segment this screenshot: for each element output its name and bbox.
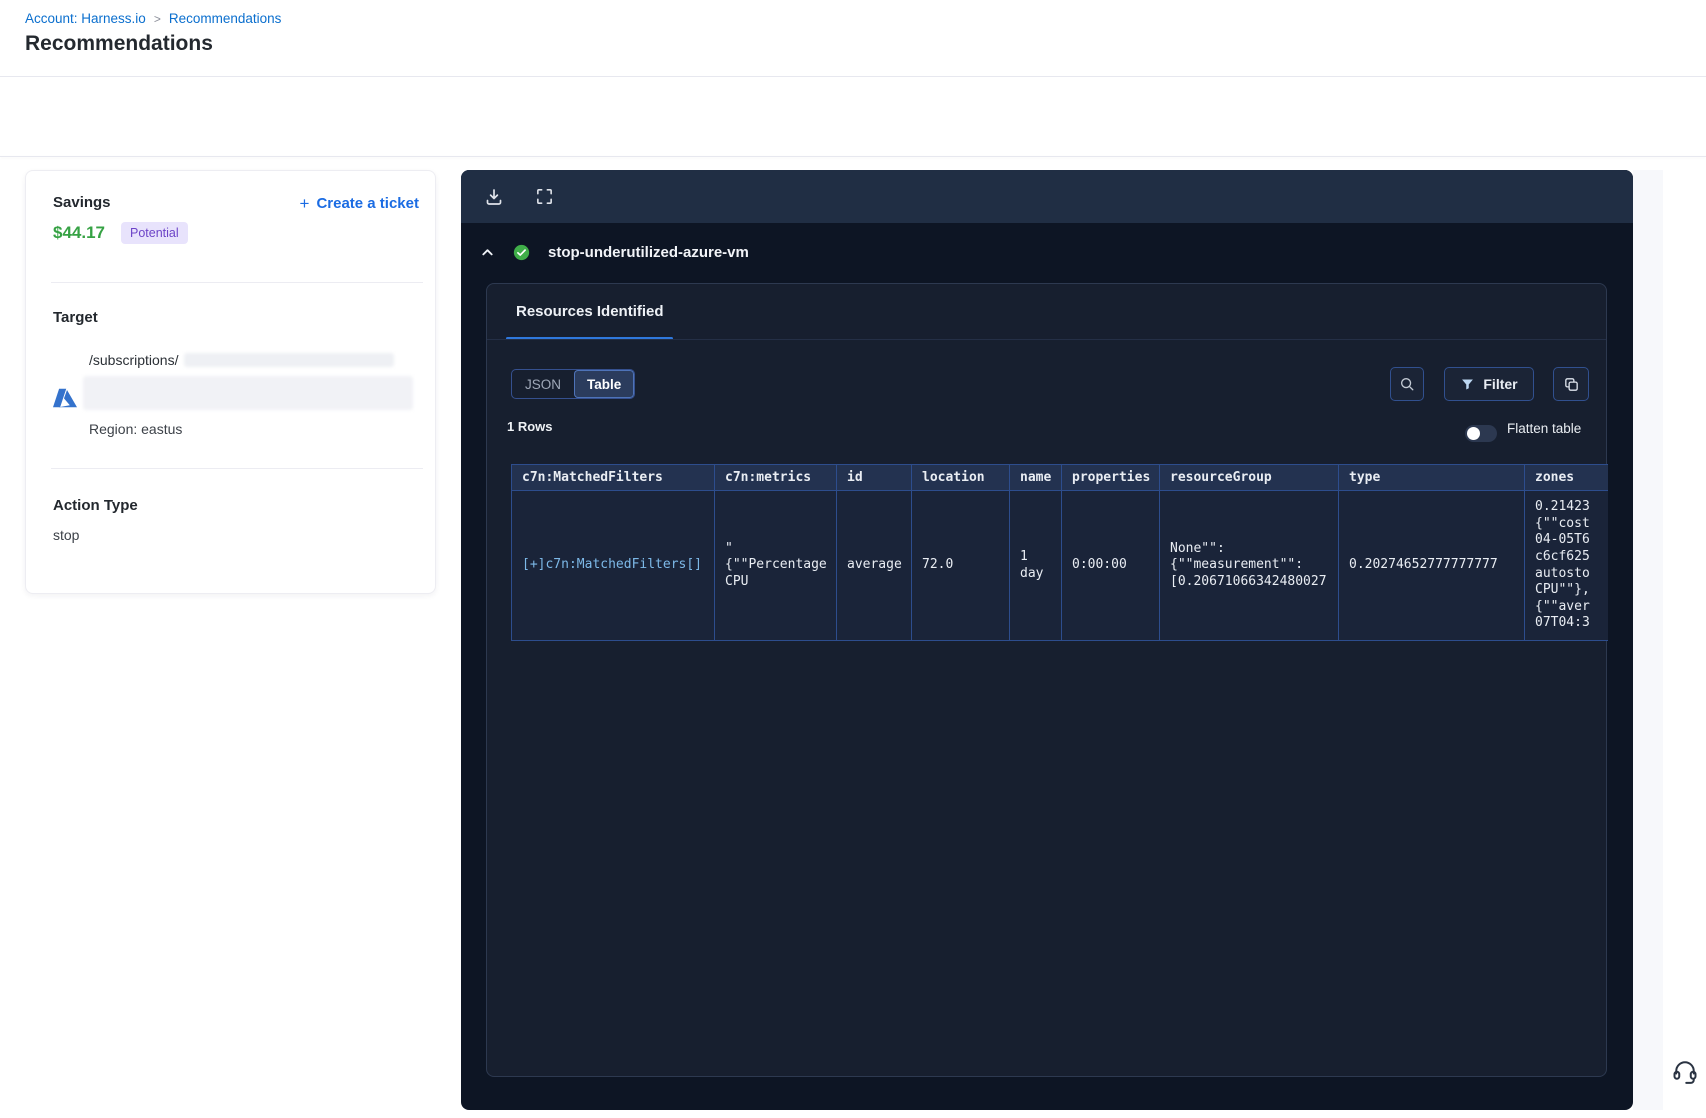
filter-label: Filter	[1483, 376, 1518, 392]
breadcrumb: Account: Harness.io > Recommendations	[25, 11, 281, 26]
column-header: type	[1338, 464, 1525, 491]
cell-resource-group: None"": {""measurement"": [0.20671066342…	[1159, 490, 1339, 641]
column-header: name	[1009, 464, 1062, 491]
view-mode-toggle: JSON Table	[511, 369, 636, 399]
target-region: Region: eastus	[89, 421, 183, 437]
view-mode-json-button[interactable]: JSON	[512, 370, 574, 398]
breadcrumb-recommendations-link[interactable]: Recommendations	[169, 11, 282, 26]
potential-badge: Potential	[121, 222, 188, 244]
success-check-icon	[513, 244, 530, 261]
savings-label: Savings	[53, 194, 111, 211]
cell-zones: 0.21423 {""cost 04-05T6 c6cf625 autosto …	[1524, 490, 1608, 641]
resources-table-wrapper[interactable]: c7n:MatchedFilters c7n:metrics id locati…	[511, 464, 1608, 641]
filter-icon	[1460, 377, 1475, 392]
resources-identified-panel: Resources Identified JSON Table Filter 1…	[486, 283, 1608, 1077]
collapse-button[interactable]	[479, 245, 495, 261]
tab-row-border	[487, 339, 1606, 340]
download-button[interactable]	[483, 186, 505, 208]
column-header: c7n:MatchedFilters	[511, 464, 715, 491]
create-ticket-button[interactable]: + Create a ticket	[300, 195, 420, 212]
table-header-row: c7n:MatchedFilters c7n:metrics id locati…	[511, 464, 1608, 491]
details-card: Savings + Create a ticket $44.17 Potenti…	[25, 170, 436, 594]
cell-name: 1 day	[1009, 490, 1062, 641]
redacted-text-block	[83, 376, 413, 410]
search-button[interactable]	[1390, 367, 1424, 401]
plus-icon: +	[299, 194, 310, 213]
download-icon	[484, 187, 504, 207]
rule-title-row: stop-underutilized-azure-vm	[479, 244, 749, 261]
toggle-knob	[1467, 427, 1480, 440]
column-header: properties	[1061, 464, 1160, 491]
view-mode-table-button[interactable]: Table	[574, 370, 635, 398]
cell-id: average	[836, 490, 912, 641]
fullscreen-icon	[535, 187, 554, 206]
breadcrumb-account-link[interactable]: Account: Harness.io	[25, 11, 146, 26]
redacted-text-block	[184, 353, 395, 367]
resources-table: c7n:MatchedFilters c7n:metrics id locati…	[511, 464, 1608, 641]
create-ticket-label: Create a ticket	[316, 195, 419, 212]
resources-viewer-panel: stop-underutilized-azure-vm Resources Id…	[461, 170, 1633, 1110]
target-path: /subscriptions/	[89, 352, 395, 368]
cell-type: 0.20274652777777777	[1338, 490, 1525, 641]
card-divider	[51, 468, 423, 469]
chevron-up-icon	[481, 246, 494, 259]
tab-resources-identified[interactable]: Resources Identified	[516, 303, 664, 320]
savings-amount: $44.17	[53, 223, 105, 242]
cell-location: 72.0	[911, 490, 1010, 641]
headset-icon	[1670, 1056, 1700, 1086]
row-count-label: 1 Rows	[507, 419, 553, 434]
action-type-label: Action Type	[53, 497, 138, 514]
copy-icon	[1563, 376, 1580, 393]
recommendation-header: stop-underutilized-azure-vm Last evaluat…	[0, 77, 1706, 211]
azure-icon	[53, 386, 77, 410]
page-title: Recommendations	[25, 32, 213, 55]
breadcrumb-separator-icon: >	[153, 11, 161, 26]
target-path-text: /subscriptions/	[89, 352, 179, 368]
copy-button[interactable]	[1553, 367, 1589, 401]
table-row: [+]c7n:MatchedFilters[] " {""Percentage …	[511, 490, 1608, 641]
column-header: resourceGroup	[1159, 464, 1339, 491]
help-widget-button[interactable]	[1670, 1056, 1700, 1086]
column-header: location	[911, 464, 1010, 491]
viewer-toolbar	[461, 170, 1633, 223]
column-header: id	[836, 464, 912, 491]
cell-metrics: " {""Percentage CPU	[714, 490, 837, 641]
target-label: Target	[53, 309, 98, 326]
header-bottom-divider	[0, 156, 1706, 157]
matched-filters-expander[interactable]: [+]c7n:MatchedFilters[]	[511, 490, 715, 641]
cell-properties: 0:00:00	[1061, 490, 1160, 641]
flatten-table-label: Flatten table	[1507, 421, 1582, 436]
card-divider	[51, 282, 423, 283]
column-header: zones	[1524, 464, 1608, 491]
flatten-table-toggle[interactable]	[1465, 425, 1497, 442]
action-type-value: stop	[53, 527, 80, 543]
panel-right-gutter	[1633, 170, 1663, 1110]
column-header: c7n:metrics	[714, 464, 837, 491]
search-icon	[1399, 376, 1415, 392]
filter-button[interactable]: Filter	[1444, 367, 1534, 401]
viewer-rule-title: stop-underutilized-azure-vm	[548, 244, 749, 261]
fullscreen-button[interactable]	[533, 186, 555, 208]
